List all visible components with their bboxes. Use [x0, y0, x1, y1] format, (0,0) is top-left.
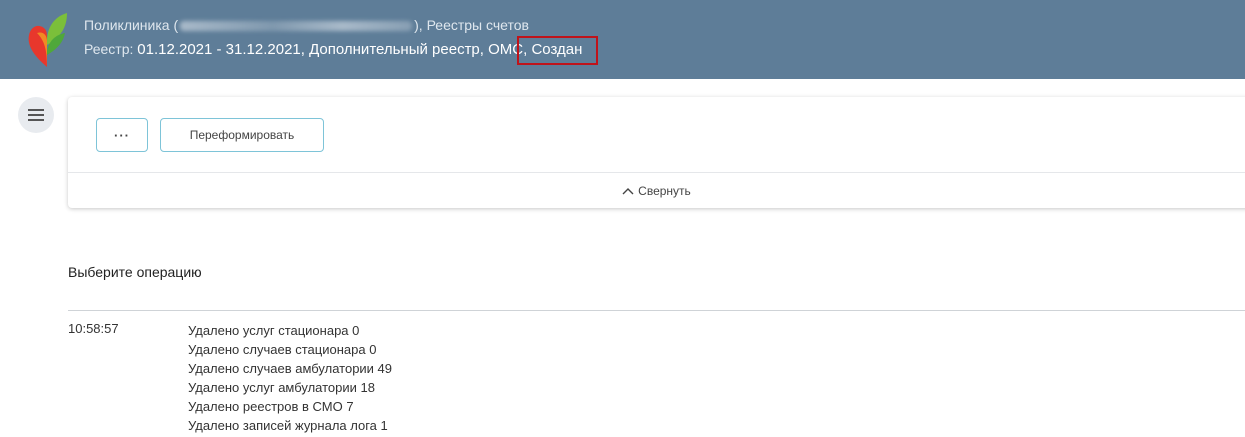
section-divider	[68, 310, 1245, 311]
app-header: Поликлиника ( ), Реестры счетов Реестр: 0…	[0, 0, 1245, 79]
log-line: Удалено услуг стационара 0	[188, 323, 360, 338]
log-line: Удалено случаев амбулатории 49	[188, 361, 393, 376]
registry-label: Реестр:	[84, 41, 138, 57]
clinic-prefix: Поликлиника (	[84, 17, 179, 33]
collapse-button[interactable]: Свернуть	[68, 173, 1245, 208]
redacted-clinic-name	[180, 21, 413, 32]
chevron-up-icon	[622, 187, 634, 194]
log-line: Удалено реестров в СМО 7	[188, 399, 354, 414]
registry-value: 01.12.2021 - 31.12.2021, Дополнительный …	[137, 41, 524, 58]
toolbar-card: ··· Переформировать Свернуть	[68, 97, 1245, 208]
status-badge: , Создан	[517, 36, 599, 65]
more-actions-button[interactable]: ···	[96, 118, 148, 152]
clinic-title: Поликлиника ( ), Реестры счетов	[84, 17, 529, 33]
hamburger-menu-icon[interactable]	[18, 97, 54, 133]
log-lines: Удалено услуг стационара 0 Удалено случа…	[188, 321, 392, 435]
clinic-suffix: ), Реестры счетов	[414, 17, 529, 33]
operations-title: Выберите операцию	[68, 264, 202, 280]
reform-button[interactable]: Переформировать	[160, 118, 324, 152]
log-line: Удалено случаев стационара 0	[188, 342, 377, 357]
log-timestamp: 10:58:57	[68, 321, 119, 336]
registry-info: Реестр: 01.12.2021 - 31.12.2021, Дополни…	[84, 36, 599, 65]
log-line: Удалено записей журнала лога 1	[188, 418, 388, 433]
collapse-label: Свернуть	[638, 183, 691, 198]
app-logo	[28, 13, 67, 67]
log-line: Удалено услуг амбулатории 18	[188, 380, 375, 395]
